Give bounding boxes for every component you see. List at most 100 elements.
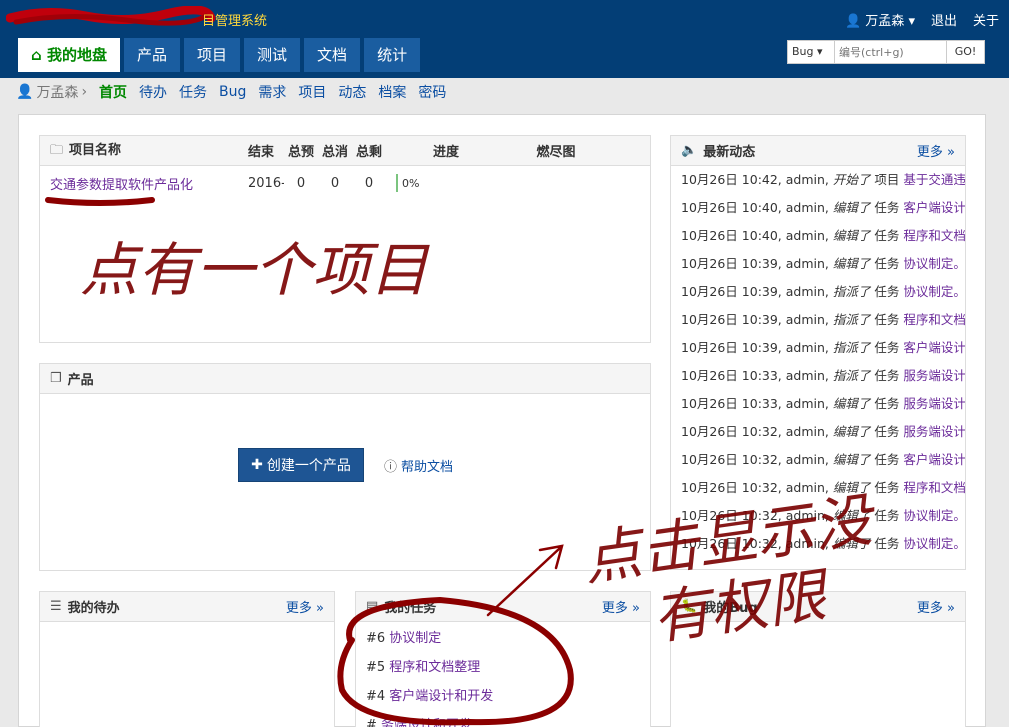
col-label: 项目名称: [69, 142, 122, 158]
dynamic-type: 任务: [870, 284, 904, 299]
dynamic-row: 10月26日 10:32, admin, 编辑了 任务 协议制定。: [671, 502, 965, 530]
tab-my-dashboard[interactable]: ⌂ 我的地盘: [18, 38, 120, 72]
caret-down-icon: ▾: [817, 45, 823, 58]
dynamic-object-link[interactable]: 程序和文档整: [903, 312, 965, 327]
dynamic-time: 10月26日 10:39, admin,: [681, 340, 833, 355]
todos-header: ☰ 我的待办 更多 »: [40, 592, 334, 622]
dynamic-action: 编辑了: [832, 424, 871, 439]
user-dropdown[interactable]: 👤 万孟森 ▾: [845, 10, 915, 29]
tab-doc[interactable]: 文档: [304, 38, 361, 72]
dynamic-object-link[interactable]: 客户端设计和: [903, 340, 965, 355]
col-left: 总剩: [355, 145, 382, 160]
dynamic-object-link[interactable]: 程序和文档整: [903, 228, 965, 243]
tab-label: 我的地盘: [46, 46, 107, 64]
tab-project[interactable]: 项目: [184, 38, 241, 72]
dynamic-object-link[interactable]: 客户端设计和: [903, 452, 965, 467]
search-input[interactable]: [835, 40, 947, 64]
dynamic-object-link[interactable]: 程序和文档整: [903, 480, 965, 495]
task-row[interactable]: #5 程序和文档整理: [356, 653, 650, 682]
dynamic-object-link[interactable]: 服务端设计和: [903, 396, 965, 411]
subnav-task[interactable]: 任务: [179, 82, 207, 102]
task-id: #5: [366, 660, 390, 675]
dynamic-row: 10月26日 10:39, admin, 指派了 任务 客户端设计和: [671, 334, 965, 362]
task-name[interactable]: 协议制定: [389, 631, 441, 646]
task-name[interactable]: 客户端设计和开发: [389, 689, 493, 704]
bugs-panel: 🐛 我的Bug 更多 »: [670, 591, 966, 727]
dynamic-row: 10月26日 10:40, admin, 编辑了 任务 程序和文档整: [671, 222, 965, 250]
plus-icon: ✚: [251, 457, 263, 473]
go-button[interactable]: GO!: [947, 40, 985, 64]
dynamic-action: 编辑了: [832, 536, 871, 551]
dynamic-type: 任务: [870, 424, 904, 439]
panel-title: 我的Bug: [703, 601, 758, 616]
col-project-name: 🗀 项目名称: [50, 139, 248, 163]
more-link[interactable]: 更多 »: [917, 597, 955, 616]
create-product-button[interactable]: ✚ 创建一个产品: [238, 448, 364, 482]
subnav-password[interactable]: 密码: [418, 82, 446, 102]
task-row[interactable]: #6 协议制定: [356, 624, 650, 653]
search-type-select[interactable]: Bug ▾: [787, 40, 835, 64]
subnav-bug[interactable]: Bug: [219, 84, 246, 100]
project-estimate: 0: [296, 175, 306, 191]
task-id: #6: [366, 631, 390, 646]
subnav-home[interactable]: 首页: [99, 82, 127, 102]
search-type-label: Bug: [792, 45, 814, 58]
task-name[interactable]: 务端设计和开发: [381, 718, 472, 727]
tab-test[interactable]: 测试: [244, 38, 301, 72]
dynamic-time: 10月26日 10:32, admin,: [681, 452, 833, 467]
volume-icon: 🔈: [681, 143, 698, 158]
subnav-todo[interactable]: 待办: [139, 82, 167, 102]
dynamic-object-link[interactable]: 协议制定。: [903, 536, 965, 551]
project-link[interactable]: 交通参数提取软件产品化: [50, 174, 248, 193]
dynamic-action: 开始了: [832, 172, 871, 187]
subnav-project[interactable]: 项目: [298, 82, 326, 102]
subnav-story[interactable]: 需求: [258, 82, 286, 102]
dynamic-type: 任务: [870, 536, 904, 551]
redaction-scribble: [6, 6, 216, 26]
dynamic-type: 任务: [870, 368, 904, 383]
dynamic-row: 10月26日 10:32, admin, 编辑了 任务 程序和文档整: [671, 474, 965, 502]
more-link[interactable]: 更多 »: [917, 141, 955, 160]
tab-report[interactable]: 统计: [364, 38, 421, 72]
more-link[interactable]: 更多 »: [602, 597, 640, 616]
dynamic-object-link[interactable]: 协议制定。: [903, 284, 965, 299]
dynamic-row: 10月26日 10:32, admin, 编辑了 任务 客户端设计和: [671, 446, 965, 474]
dynamic-row: 10月26日 10:33, admin, 指派了 任务 服务端设计和: [671, 362, 965, 390]
breadcrumb-nav: 👤 万孟森 › 首页 待办 任务 Bug 需求 项目 动态 档案 密码: [16, 80, 446, 104]
tab-label: 项目: [197, 46, 228, 64]
dynamic-time: 10月26日 10:40, admin,: [681, 228, 833, 243]
dynamic-object-link[interactable]: 协议制定。: [903, 256, 965, 271]
help-doc-link[interactable]: ⓘ 帮助文档: [384, 456, 453, 475]
dynamic-row: 10月26日 10:32, admin, 编辑了 任务 服务端设计和: [671, 418, 965, 446]
dynamic-object-link[interactable]: 服务端设计和: [903, 424, 965, 439]
dynamic-action: 编辑了: [832, 396, 871, 411]
about-link[interactable]: 关于: [973, 10, 999, 29]
task-name[interactable]: 程序和文档整理: [389, 660, 480, 675]
panel-title: 我的待办: [67, 601, 120, 616]
project-progress: 0%: [386, 174, 506, 192]
dynamic-type: 任务: [870, 200, 904, 215]
dynamic-time: 10月26日 10:32, admin,: [681, 480, 833, 495]
top-header: 目管理系统 👤 万孟森 ▾ 退出 关于 ⌂ 我的地盘 产品 项目 测试 文档 统…: [0, 0, 1009, 78]
dynamic-action: 指派了: [832, 340, 871, 355]
dynamic-object-link[interactable]: 客户端设计和: [903, 200, 965, 215]
tasks-header: ▤ 我的任务 更多 »: [356, 592, 650, 622]
caret-down-icon: ▾: [908, 14, 915, 29]
subnav-dynamic[interactable]: 动态: [338, 82, 366, 102]
dynamic-object-link[interactable]: 服务端设计和: [903, 368, 965, 383]
task-row[interactable]: #4 客户端设计和开发: [356, 682, 650, 711]
more-link[interactable]: 更多 »: [286, 597, 324, 616]
tab-product[interactable]: 产品: [124, 38, 181, 72]
dynamic-time: 10月26日 10:39, admin,: [681, 256, 833, 271]
subnav-profile[interactable]: 档案: [378, 82, 406, 102]
user-icon: 👤: [16, 84, 34, 100]
dynamic-object-link[interactable]: 协议制定。: [903, 508, 965, 523]
logout-link[interactable]: 退出: [931, 10, 957, 29]
dynamic-type: 任务: [870, 340, 904, 355]
bug-icon: 🐛: [681, 599, 698, 614]
task-row[interactable]: # 务端设计和开发: [356, 711, 650, 727]
dynamic-row: 10月26日 10:39, admin, 指派了 任务 协议制定。: [671, 278, 965, 306]
projects-panel: 🗀 项目名称 结束 总预 总消 总剩 进度 燃尽图 交通参数提取软件产品化 201…: [39, 135, 651, 343]
products-header: ❒ 产品: [40, 364, 650, 394]
dynamic-object-link[interactable]: 基于交通违章: [903, 172, 965, 187]
